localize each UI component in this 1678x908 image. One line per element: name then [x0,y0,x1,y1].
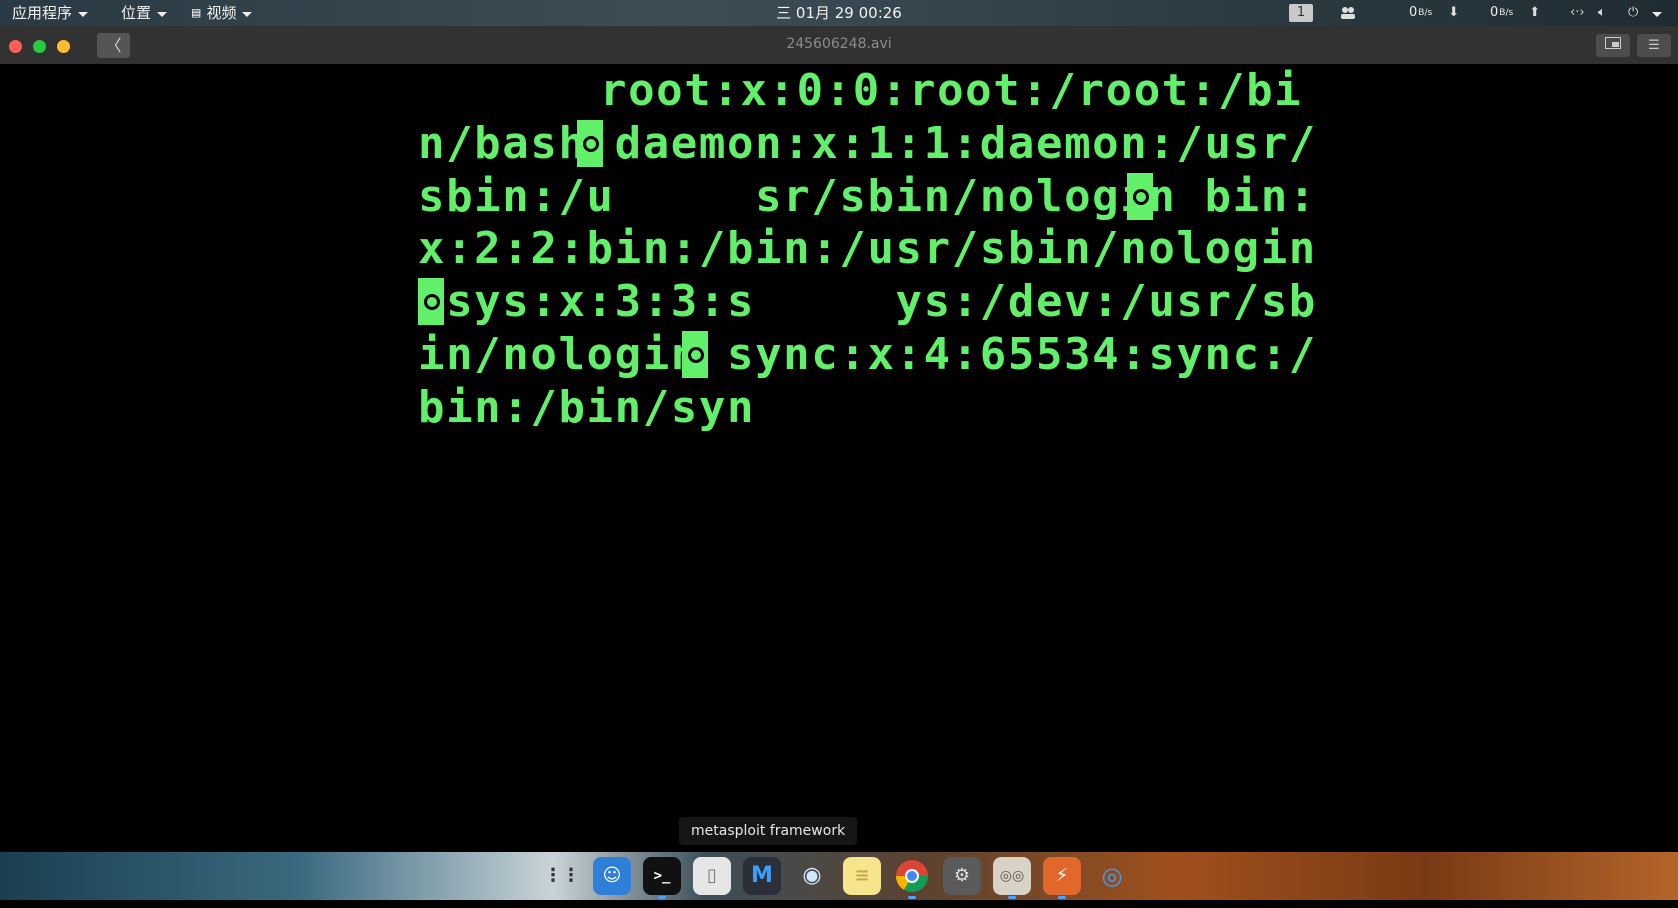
settings-icon[interactable]: ⚙ [943,857,981,895]
notes-icon[interactable]: ≡ [843,857,881,895]
cursor-block [577,120,603,167]
clock[interactable]: 三 01月 29 00:26 [776,4,902,22]
window-title: 245606248.avi [786,36,892,52]
active-indicator [1008,896,1016,899]
dock: ⋮⋮ ☺ >_ ▯ M ◉ ≡ ⚙ ◎◎ ⚡ ◎ [0,852,1678,900]
video-text-line-2: n/bash daemon:x:1:1:daemon:/usr/ [418,118,1317,169]
video-text-line-3: sbin:/u sr/sbin/nologin bin: [418,171,1317,222]
video-text-line-4: x:2:2:bin:/bin:/usr/sbin/nologin [418,223,1317,274]
browser-icon[interactable]: ◎ [1093,857,1131,895]
active-indicator [1058,896,1066,899]
back-button[interactable]: 〈 [97,33,130,58]
pip-button[interactable] [1596,34,1630,57]
places-menu[interactable]: 位置 [121,3,168,23]
burpsuite-icon[interactable]: ⚡ [1043,857,1081,895]
cursor-block [418,278,444,325]
close-button[interactable] [9,40,22,53]
video-text-line-5: sys:x:3:3:s ys:/dev:/usr/sb [418,276,1317,327]
power-menu-chevron[interactable] [1652,3,1662,23]
download-arrow-icon: ⬇ [1448,5,1460,20]
audio-mixer-icon[interactable]: ◎◎ [993,857,1031,895]
launcher-icon[interactable]: ⋮⋮ [543,857,581,895]
terminal-icon[interactable]: >_ [643,857,681,895]
net-download-indicator: 0 B/s ⬇ [1409,3,1459,23]
window-titlebar: 〈 245606248.avi ☰ [0,26,1678,65]
video-canvas[interactable]: root:x:0:0:root:/root:/bi n/bash daemon:… [0,64,1678,852]
video-icon: ▤ [192,5,201,21]
workspace-indicator[interactable]: 1 [1289,4,1313,22]
video-text-line-1: root:x:0:0:root:/root:/bi [600,65,1303,116]
menu-icon: ☰ [1648,38,1660,53]
people-icon[interactable] [1340,3,1356,23]
menu-button[interactable]: ☰ [1637,34,1671,57]
minimize-button[interactable] [57,40,70,53]
video-text-line-6: in/nologin sync:x:4:65534:sync:/ [418,329,1317,380]
metasploit-icon[interactable]: M [743,857,781,895]
power-icon[interactable]: ⏻ [1628,3,1638,23]
chevron-down-icon [157,11,168,17]
chrome-icon[interactable] [893,857,931,895]
volume-icon[interactable]: 🔈︎ [1598,3,1606,23]
net-up-unit: B/s [1499,8,1514,18]
applications-menu-label: 应用程序 [12,4,73,22]
network-icon[interactable]: ‹·› [1570,3,1585,23]
upload-arrow-icon: ⬆ [1529,5,1541,20]
top-panel: 应用程序 位置 ▤ 视频 三 01月 29 00:26 1 0 B/s ⬇ 0 B/… [0,0,1678,26]
video-menu[interactable]: ▤ 视频 [192,3,253,23]
active-indicator [908,896,916,899]
back-icon: 〈 [105,36,122,55]
pip-icon [1605,37,1621,49]
net-down-unit: B/s [1418,8,1433,18]
active-indicator [658,896,666,899]
dock-tooltip: metasploit framework [679,817,858,845]
finder-icon[interactable]: ☺ [593,857,631,895]
chevron-down-icon [242,11,253,17]
net-upload-indicator: 0 B/s ⬆ [1490,3,1540,23]
net-down-value: 0 [1409,5,1418,20]
places-menu-label: 位置 [121,4,152,22]
video-text-line-7: bin:/bin/syn [418,382,756,433]
files-icon[interactable]: ▯ [693,857,731,895]
chevron-down-icon [1652,11,1662,17]
video-menu-label: 视频 [206,4,237,22]
cursor-block [682,331,708,378]
chevron-down-icon [78,11,89,17]
applications-menu[interactable]: 应用程序 [12,3,89,23]
maximize-button[interactable] [33,40,46,53]
cursor-block [1127,173,1153,220]
eye-icon[interactable]: ◉ [793,857,831,895]
net-up-value: 0 [1490,5,1499,20]
